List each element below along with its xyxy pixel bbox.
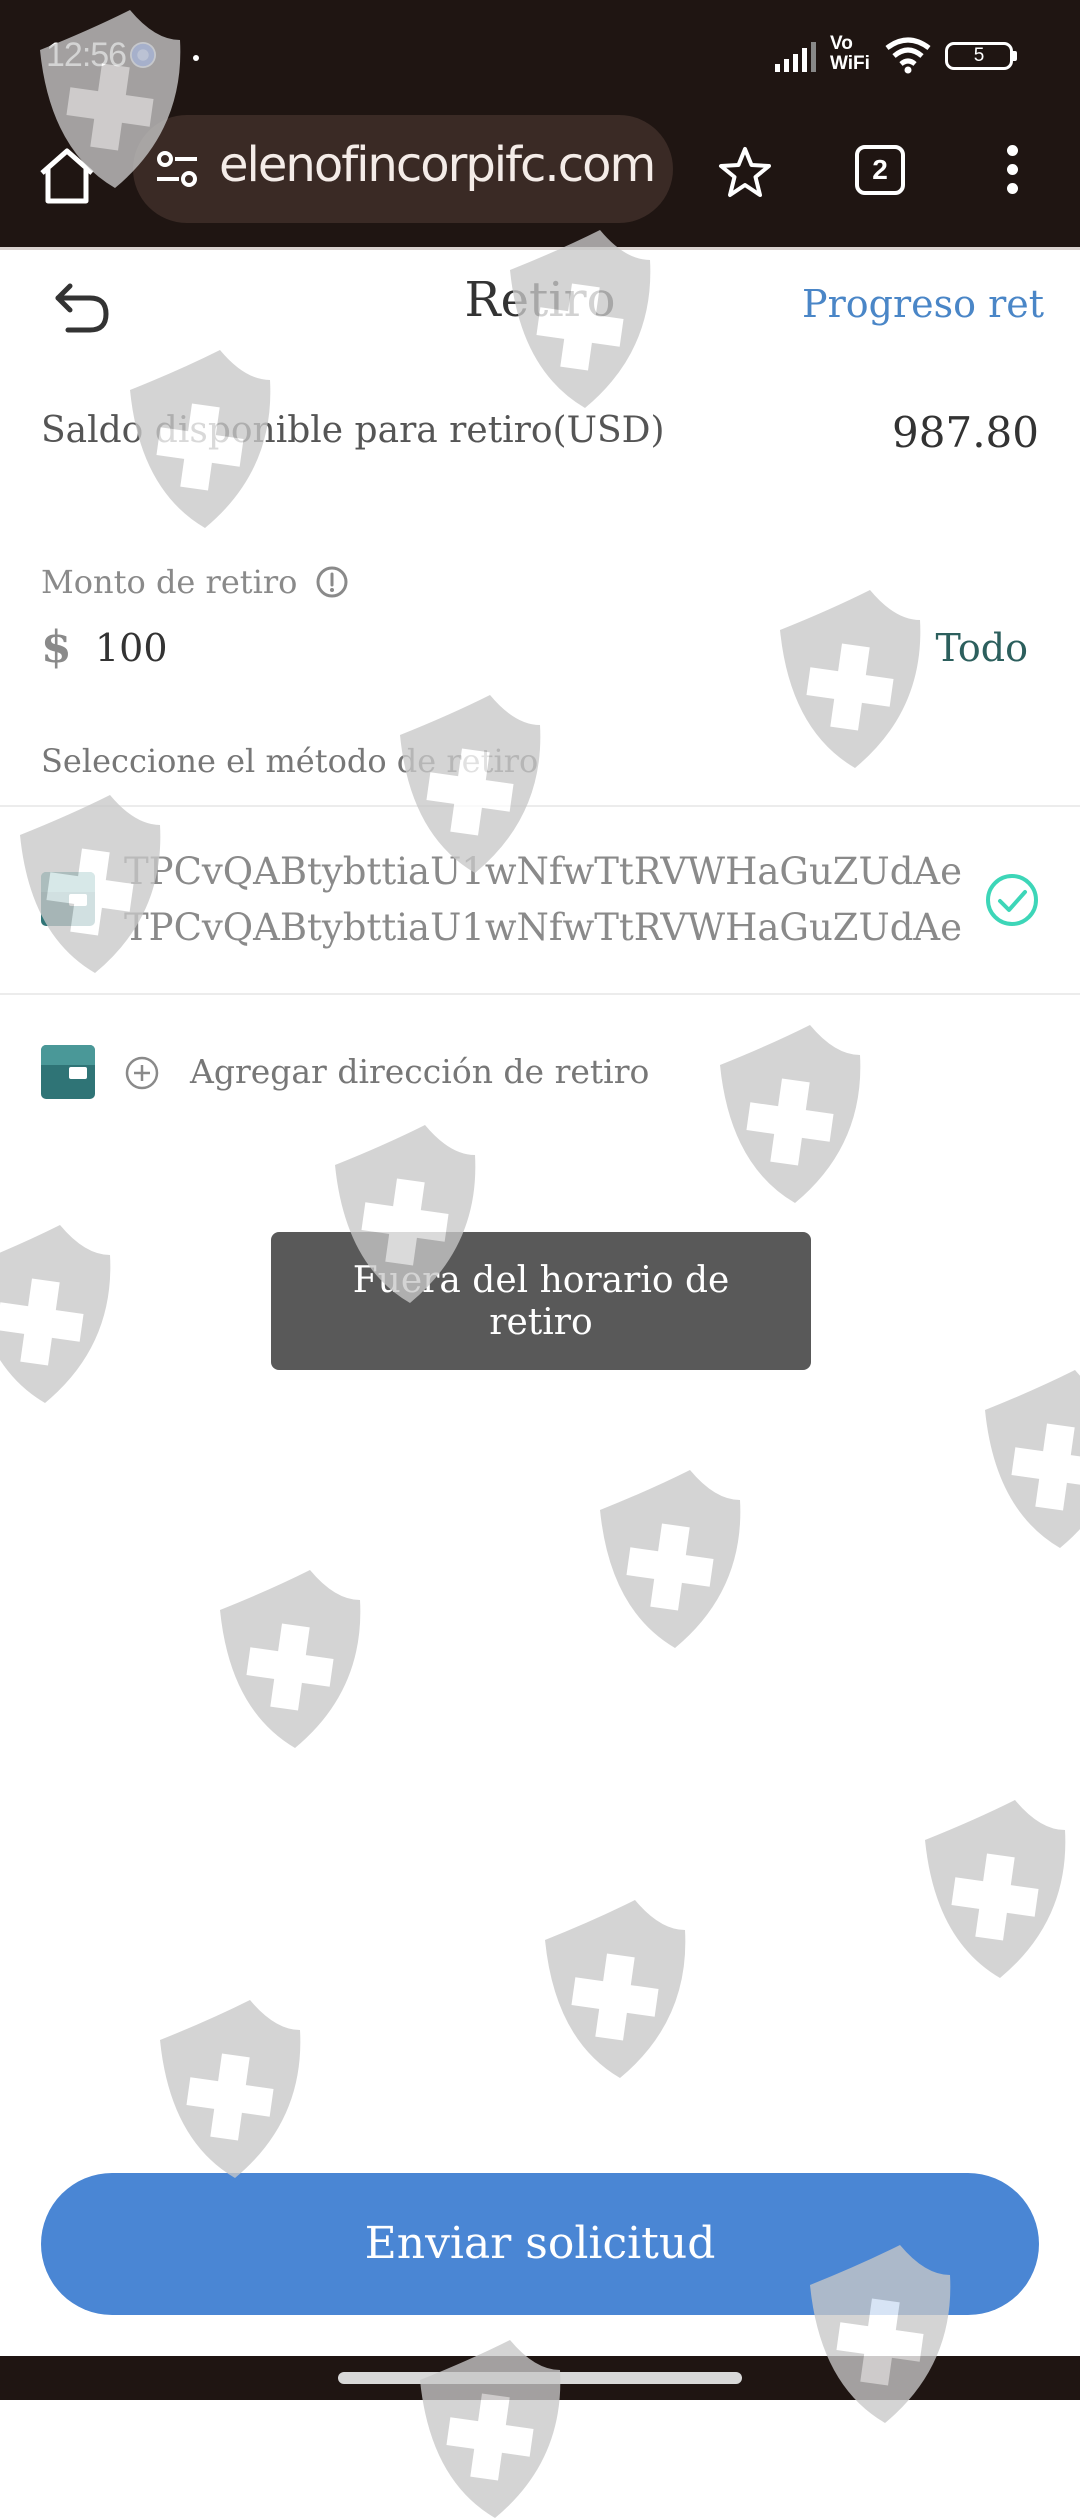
status-bar: 12:56 Vo WiFi 5 — [0, 0, 1080, 115]
notification-dot-icon — [193, 55, 199, 61]
divider — [0, 993, 1080, 995]
watermark-shield-icon — [985, 1370, 1080, 1548]
site-settings-icon[interactable] — [155, 149, 199, 189]
chrome-notification-icon — [130, 42, 156, 68]
watermark-shield-icon — [925, 1800, 1066, 1978]
divider — [0, 805, 1080, 807]
amount-input[interactable] — [95, 626, 795, 670]
amount-label: Monto de retiro — [41, 563, 298, 601]
add-address-label[interactable]: Agregar dirección de retiro — [190, 1052, 649, 1091]
withdrawal-progress-link[interactable]: Progreso ret — [802, 282, 1044, 326]
page-title: Retiro — [464, 272, 616, 328]
selected-check-icon — [986, 874, 1038, 926]
wallet-address-line: TPCvQABtybttiaU1wNfwTtRVWHaGuZUdAe — [124, 906, 962, 949]
battery-tip — [1013, 51, 1017, 61]
withdraw-all-button[interactable]: Todo — [936, 626, 1028, 670]
watermark-shield-icon — [780, 590, 921, 768]
system-navigation-bar — [0, 2356, 1080, 2400]
currency-symbol: $ — [41, 622, 72, 673]
watermark-shield-icon — [545, 1900, 686, 2078]
address-bar[interactable]: elenofincorpifc.com — [133, 115, 673, 223]
watermark-shield-icon — [400, 695, 541, 873]
balance-label: Saldo disponible para retiro(USD) — [41, 410, 665, 451]
wallet-icon — [41, 872, 95, 926]
method-label: Seleccione el método de retiro — [41, 742, 539, 780]
vowifi-indicator: Vo WiFi — [830, 33, 870, 74]
wifi-icon — [885, 37, 931, 74]
watermark-shield-icon — [600, 1470, 741, 1648]
tab-switcher-button[interactable]: 2 — [855, 145, 905, 195]
watermark-shield-icon — [160, 2000, 301, 2178]
add-circle-icon[interactable] — [124, 1055, 160, 1091]
balance-value: 987.80 — [892, 408, 1039, 457]
status-time: 12:56 — [46, 36, 127, 74]
submit-request-button[interactable]: Enviar solicitud — [41, 2173, 1039, 2315]
url-text[interactable]: elenofincorpifc.com — [219, 137, 656, 193]
toolbar-divider — [0, 247, 1080, 250]
battery-icon: 5 — [945, 42, 1013, 70]
watermark-shield-icon — [0, 1225, 111, 1403]
signal-icon — [775, 42, 816, 72]
watermark-shield-icon — [220, 1570, 361, 1748]
wallet-icon — [41, 1045, 95, 1099]
browser-menu-icon[interactable] — [1000, 145, 1024, 205]
browser-toolbar: elenofincorpifc.com 2 — [0, 115, 1080, 247]
bookmark-star-icon[interactable] — [717, 145, 773, 201]
wallet-address-line: TPCvQABtybttiaU1wNfwTtRVWHaGuZUdAe — [124, 850, 962, 893]
back-arrow-icon[interactable] — [52, 278, 112, 334]
info-icon[interactable] — [315, 565, 349, 599]
watermark-shield-icon — [720, 1025, 861, 1203]
toast-message: Fuera del horario de retiro — [271, 1232, 811, 1370]
home-icon[interactable] — [34, 143, 100, 209]
gesture-handle[interactable] — [338, 2372, 742, 2384]
